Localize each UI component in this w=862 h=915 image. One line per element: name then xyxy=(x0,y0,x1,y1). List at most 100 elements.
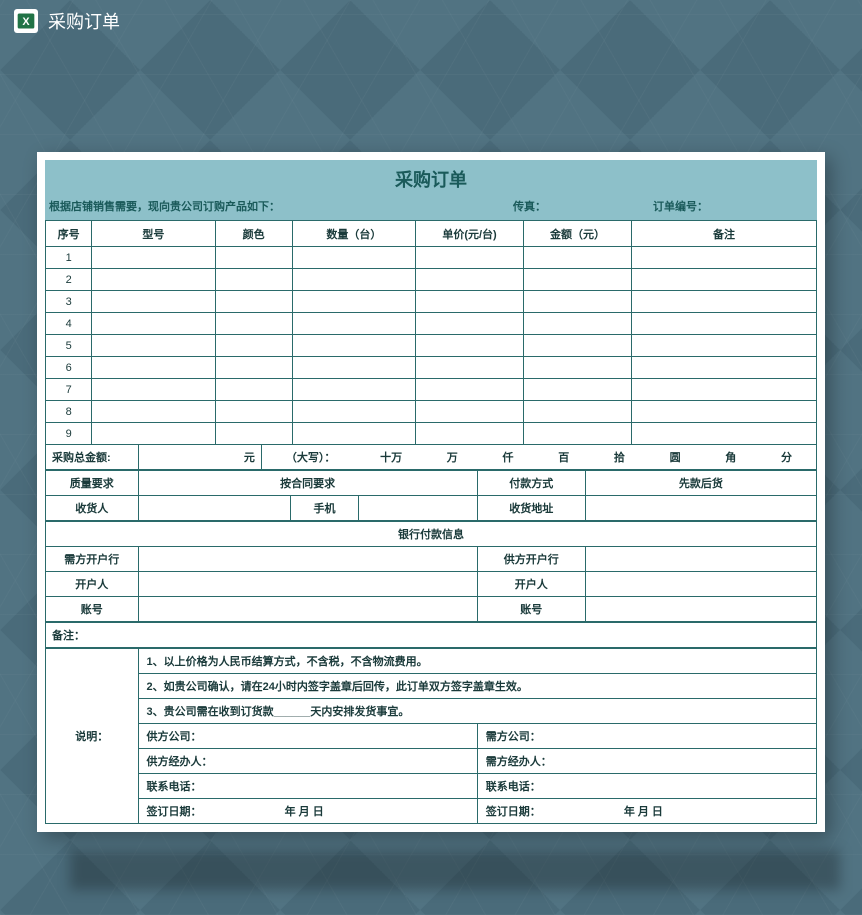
cell-qty[interactable] xyxy=(292,247,415,269)
cell-qty[interactable] xyxy=(292,423,415,445)
cell-remark[interactable] xyxy=(631,269,816,291)
cell-amount[interactable] xyxy=(524,269,632,291)
cell-model[interactable] xyxy=(92,357,215,379)
excel-icon: X xyxy=(14,9,38,33)
cell-qty[interactable] xyxy=(292,335,415,357)
cell-qty[interactable] xyxy=(292,357,415,379)
cell-remark[interactable] xyxy=(631,247,816,269)
cell-amount[interactable] xyxy=(524,401,632,423)
desc-line2: 2、如贵公司确认，请在24小时内签字盖章后回传，此订单双方签字盖章生效。 xyxy=(138,674,816,699)
supplier-company: 供方公司： xyxy=(138,724,477,749)
demand-bank-value[interactable] xyxy=(138,547,477,572)
cell-model[interactable] xyxy=(92,291,215,313)
order-table: 序号 型号 颜色 数量（台） 单价(元/台) 金额（元） 备注 12345678… xyxy=(45,220,817,445)
cell-color[interactable] xyxy=(215,423,292,445)
cell-price[interactable] xyxy=(416,379,524,401)
cell-price[interactable] xyxy=(416,335,524,357)
table-row: 6 xyxy=(46,357,817,379)
col-color: 颜色 xyxy=(215,221,292,247)
cell-color[interactable] xyxy=(215,357,292,379)
cell-color[interactable] xyxy=(215,247,292,269)
supplier-phone: 联系电话： xyxy=(138,774,477,799)
cell-remark[interactable] xyxy=(631,379,816,401)
col-remark: 备注 xyxy=(631,221,816,247)
supply-account-value[interactable] xyxy=(585,597,816,622)
svg-text:X: X xyxy=(22,16,30,28)
demand-agent: 需方经办人： xyxy=(477,749,816,774)
caps-label: （大写）： xyxy=(286,449,336,465)
cell-qty[interactable] xyxy=(292,313,415,335)
cell-model[interactable] xyxy=(92,401,215,423)
demand-holder-value[interactable] xyxy=(138,572,477,597)
supplier-sign-date: 签订日期： 年 月 日 xyxy=(138,799,477,824)
cell-amount[interactable] xyxy=(524,335,632,357)
supply-bank-value[interactable] xyxy=(585,547,816,572)
cell-seq: 8 xyxy=(46,401,92,423)
date-fmt-2: 年 月 日 xyxy=(624,806,663,818)
supply-account-label: 账号 xyxy=(477,597,585,622)
cell-remark[interactable] xyxy=(631,401,816,423)
cell-model[interactable] xyxy=(92,423,215,445)
cell-color[interactable] xyxy=(215,291,292,313)
cell-qty[interactable] xyxy=(292,269,415,291)
cell-price[interactable] xyxy=(416,247,524,269)
cell-model[interactable] xyxy=(92,247,215,269)
remarks-table: 备注： xyxy=(45,622,817,648)
table-header-row: 序号 型号 颜色 数量（台） 单价(元/台) 金额（元） 备注 xyxy=(46,221,817,247)
table-row: 4 xyxy=(46,313,817,335)
pay-method-value: 先款后货 xyxy=(585,471,816,496)
worksheet: 采购订单 根据店铺销售需要，现向贵公司订购产品如下： 传真： 订单编号： 序号 … xyxy=(37,152,825,832)
demand-account-value[interactable] xyxy=(138,597,477,622)
cell-color[interactable] xyxy=(215,313,292,335)
cell-amount[interactable] xyxy=(524,357,632,379)
cell-model[interactable] xyxy=(92,269,215,291)
cell-qty[interactable] xyxy=(292,379,415,401)
addr-value[interactable] xyxy=(585,496,816,521)
cell-seq: 3 xyxy=(46,291,92,313)
unit-shi: 拾 xyxy=(614,449,625,465)
supplier-agent: 供方经办人： xyxy=(138,749,477,774)
cell-remark[interactable] xyxy=(631,357,816,379)
col-amount: 金额（元） xyxy=(524,221,632,247)
cell-remark[interactable] xyxy=(631,423,816,445)
cell-color[interactable] xyxy=(215,269,292,291)
cell-remark[interactable] xyxy=(631,313,816,335)
cell-price[interactable] xyxy=(416,357,524,379)
demand-sign-date: 签订日期： 年 月 日 xyxy=(477,799,816,824)
date-fmt-1: 年 月 日 xyxy=(285,806,324,818)
sign-date-label-2: 签订日期： xyxy=(486,806,541,818)
col-price: 单价(元/台) xyxy=(416,221,524,247)
cell-model[interactable] xyxy=(92,379,215,401)
unit-jiao: 角 xyxy=(725,449,736,465)
cell-amount[interactable] xyxy=(524,379,632,401)
cell-price[interactable] xyxy=(416,291,524,313)
cell-remark[interactable] xyxy=(631,291,816,313)
table-row: 3 xyxy=(46,291,817,313)
intro-text: 根据店铺销售需要，现向贵公司订购产品如下： xyxy=(49,198,513,214)
cell-price[interactable] xyxy=(416,269,524,291)
cell-color[interactable] xyxy=(215,379,292,401)
cell-color[interactable] xyxy=(215,401,292,423)
receiver-label: 收货人 xyxy=(46,496,139,521)
cell-amount[interactable] xyxy=(524,423,632,445)
mobile-value[interactable] xyxy=(358,496,476,520)
cell-amount[interactable] xyxy=(524,313,632,335)
cell-price[interactable] xyxy=(416,313,524,335)
cell-color[interactable] xyxy=(215,335,292,357)
desc-label: 说明： xyxy=(46,649,139,824)
cell-qty[interactable] xyxy=(292,291,415,313)
unit-qian: 仟 xyxy=(502,449,513,465)
cell-qty[interactable] xyxy=(292,401,415,423)
receiver-value[interactable] xyxy=(139,496,291,520)
cell-seq: 1 xyxy=(46,247,92,269)
cell-price[interactable] xyxy=(416,423,524,445)
cell-model[interactable] xyxy=(92,313,215,335)
supply-holder-value[interactable] xyxy=(585,572,816,597)
cell-amount[interactable] xyxy=(524,291,632,313)
cell-model[interactable] xyxy=(92,335,215,357)
cell-price[interactable] xyxy=(416,401,524,423)
unit-bai: 百 xyxy=(558,449,569,465)
cell-remark[interactable] xyxy=(631,335,816,357)
description-table: 说明： 1、以上价格为人民币结算方式，不含税，不含物流费用。 2、如贵公司确认，… xyxy=(45,648,817,824)
cell-amount[interactable] xyxy=(524,247,632,269)
